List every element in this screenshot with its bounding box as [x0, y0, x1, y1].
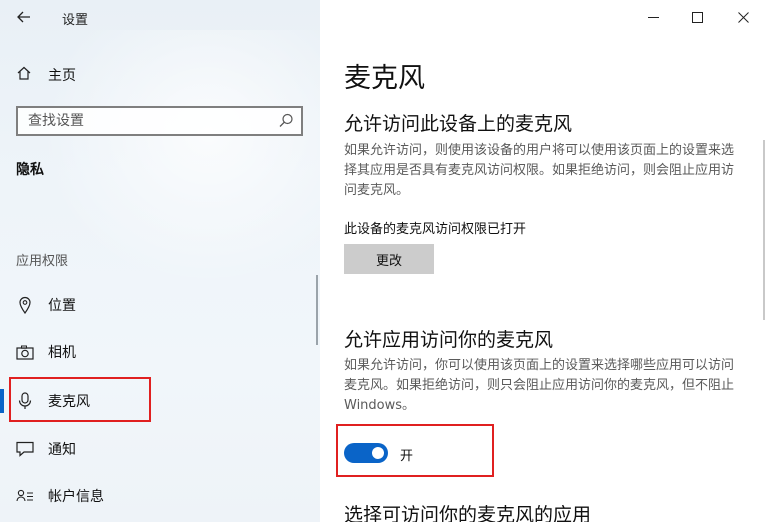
maximize-button[interactable] — [674, 4, 720, 30]
highlight-box — [9, 377, 151, 422]
sidebar-item-camera[interactable]: 相机 — [0, 332, 320, 372]
camera-icon — [16, 343, 34, 361]
sidebar-item-account-info[interactable]: 帐户信息 — [0, 476, 320, 516]
minimize-button[interactable] — [630, 4, 676, 30]
sidebar-item-label: 通知 — [48, 442, 76, 458]
sidebar-item-notifications[interactable]: 通知 — [0, 429, 320, 469]
title-bar: 设置 — [0, 0, 320, 34]
back-arrow-icon — [17, 11, 30, 23]
content-scrollbar[interactable] — [763, 140, 765, 320]
location-pin-icon — [16, 296, 34, 314]
device-access-description: 如果允许访问，则使用该设备的用户将可以使用该页面上的设置来选择其应用是否具有麦克… — [344, 143, 735, 198]
highlight-box — [336, 424, 494, 477]
choose-apps-heading: 选择可访问你的麦克风的应用 — [344, 504, 592, 522]
sidebar: 设置 主页 隐私 应用权限 位置 — [0, 0, 320, 522]
minimize-icon — [647, 16, 659, 18]
close-button[interactable] — [720, 4, 766, 30]
sidebar-scrollbar[interactable] — [316, 275, 318, 345]
page-title: 麦克风 — [344, 63, 425, 94]
close-icon — [737, 11, 749, 23]
maximize-icon — [691, 11, 703, 23]
section-title: 隐私 — [16, 162, 44, 178]
device-access-status: 此设备的麦克风访问权限已打开 — [344, 222, 527, 237]
account-info-icon — [16, 487, 34, 505]
group-label: 应用权限 — [16, 254, 69, 269]
home-nav-item[interactable]: 主页 — [16, 64, 76, 86]
app-access-description: 如果允许访问，你可以使用该页面上的设置来选择哪些应用可以访问麦克风。如果拒绝访问… — [344, 358, 735, 413]
app-access-heading: 允许应用访问你的麦克风 — [344, 329, 554, 351]
main-content: 麦克风 允许访问此设备上的麦克风 如果允许访问，则使用该设备的用户将可以使用该页… — [320, 0, 766, 522]
search-input[interactable] — [18, 108, 258, 134]
sidebar-item-label: 位置 — [48, 298, 76, 314]
sidebar-item-label: 帐户信息 — [48, 489, 104, 505]
home-icon — [16, 65, 34, 85]
back-button[interactable] — [10, 6, 38, 28]
notification-icon — [16, 440, 34, 458]
sidebar-item-label: 相机 — [48, 345, 76, 361]
app-title: 设置 — [62, 13, 89, 28]
home-label: 主页 — [48, 68, 76, 84]
device-access-heading: 允许访问此设备上的麦克风 — [344, 113, 573, 135]
search-box[interactable] — [16, 106, 303, 136]
sidebar-item-location[interactable]: 位置 — [0, 285, 320, 325]
change-button[interactable]: 更改 — [344, 244, 434, 274]
search-icon[interactable] — [277, 111, 295, 131]
